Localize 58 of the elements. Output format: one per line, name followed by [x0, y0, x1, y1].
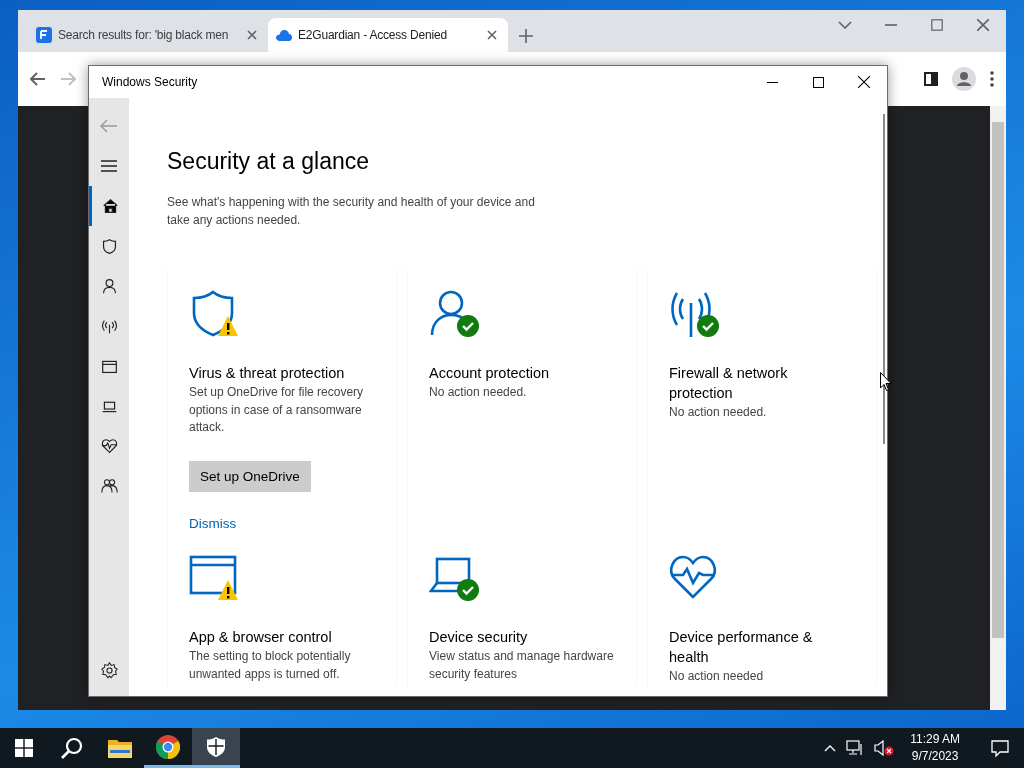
heart-pulse-icon — [100, 437, 118, 455]
card-description: View status and manage hardware security features — [429, 648, 615, 683]
card-title[interactable]: Device performance & health — [669, 627, 849, 667]
status-card[interactable]: Firewall & network protection No action needed. — [647, 269, 877, 537]
clock-time[interactable]: 11:29 AM — [910, 731, 960, 748]
page-subtitle: See what's happening with the security and health of your device and take any actions needed. — [167, 194, 536, 229]
chevron-up-icon[interactable] — [824, 744, 837, 752]
side-panel-icon[interactable] — [924, 72, 938, 86]
dismiss-link[interactable]: Dismiss — [189, 515, 237, 531]
card-title[interactable]: Firewall & network protection — [669, 363, 849, 403]
maximize-icon[interactable] — [812, 76, 824, 88]
card-title[interactable]: Virus & threat protection — [189, 363, 369, 383]
scrollbar[interactable] — [883, 114, 885, 444]
windows-start-icon[interactable] — [15, 739, 33, 757]
speaker-muted-icon[interactable] — [874, 740, 895, 756]
new-tab-icon[interactable] — [518, 28, 534, 44]
network-icon[interactable] — [846, 740, 865, 756]
clock-date[interactable]: 9/7/2023 — [911, 748, 959, 765]
card-description: Set up OneDrive for file recovery options in case of a ransomware attack. — [189, 384, 365, 436]
status-card[interactable]: Device security View status and manage hardware security features — [407, 537, 637, 686]
chrome-icon — [156, 734, 180, 759]
cloud-icon — [276, 29, 292, 41]
profile-icon[interactable] — [952, 67, 976, 91]
card-title[interactable]: Account protection — [429, 363, 609, 383]
search-icon[interactable] — [61, 737, 83, 759]
card-description: No action needed. — [669, 404, 768, 421]
card-description: No action needed — [669, 668, 765, 685]
status-card[interactable]: Device performance & health No action needed — [647, 537, 877, 686]
card-title[interactable]: App & browser control — [189, 627, 369, 647]
person-icon — [100, 277, 118, 295]
page-heading: Security at a glance — [167, 148, 370, 175]
browser-tab[interactable]: Search results for: 'big black men — [28, 18, 268, 52]
shield-icon — [100, 237, 118, 255]
home-icon — [102, 197, 119, 215]
heart-pulse-icon — [669, 553, 717, 601]
notification-icon[interactable] — [991, 739, 1009, 757]
close-icon[interactable] — [858, 76, 870, 88]
browser-tab[interactable]: E2Guardian - Access Denied — [268, 18, 508, 52]
status-card[interactable]: Virus & threat protection Set up OneDrive for file recovery options in case of a ransomware attack. Set up OneDrive Dismiss — [167, 269, 397, 537]
card-title[interactable]: Device security — [429, 627, 609, 647]
card-description: No action needed. — [429, 384, 528, 401]
scrollbar[interactable] — [990, 106, 1006, 710]
status-card[interactable]: App & browser control The setting to block potentially unwanted apps is turned off. — [167, 537, 397, 686]
setup-button[interactable]: Set up OneDrive — [189, 460, 311, 492]
family-icon — [100, 477, 118, 495]
taskbar-app[interactable] — [192, 728, 240, 768]
shield-icon — [207, 736, 225, 757]
status-card[interactable]: Account protection No action needed. — [407, 269, 637, 537]
favicon-icon — [36, 27, 52, 43]
folder-icon — [108, 738, 132, 758]
chevron-down-icon[interactable] — [838, 21, 852, 29]
card-description: The setting to block potentially unwanted apps is turned off. — [189, 648, 352, 683]
menu-icon[interactable] — [101, 160, 117, 172]
minimize-icon[interactable] — [766, 81, 778, 83]
window-title: Windows Security — [102, 75, 199, 89]
back-arrow-icon[interactable] — [30, 72, 46, 86]
menu-icon[interactable] — [990, 71, 994, 87]
settings-icon[interactable] — [100, 661, 118, 679]
